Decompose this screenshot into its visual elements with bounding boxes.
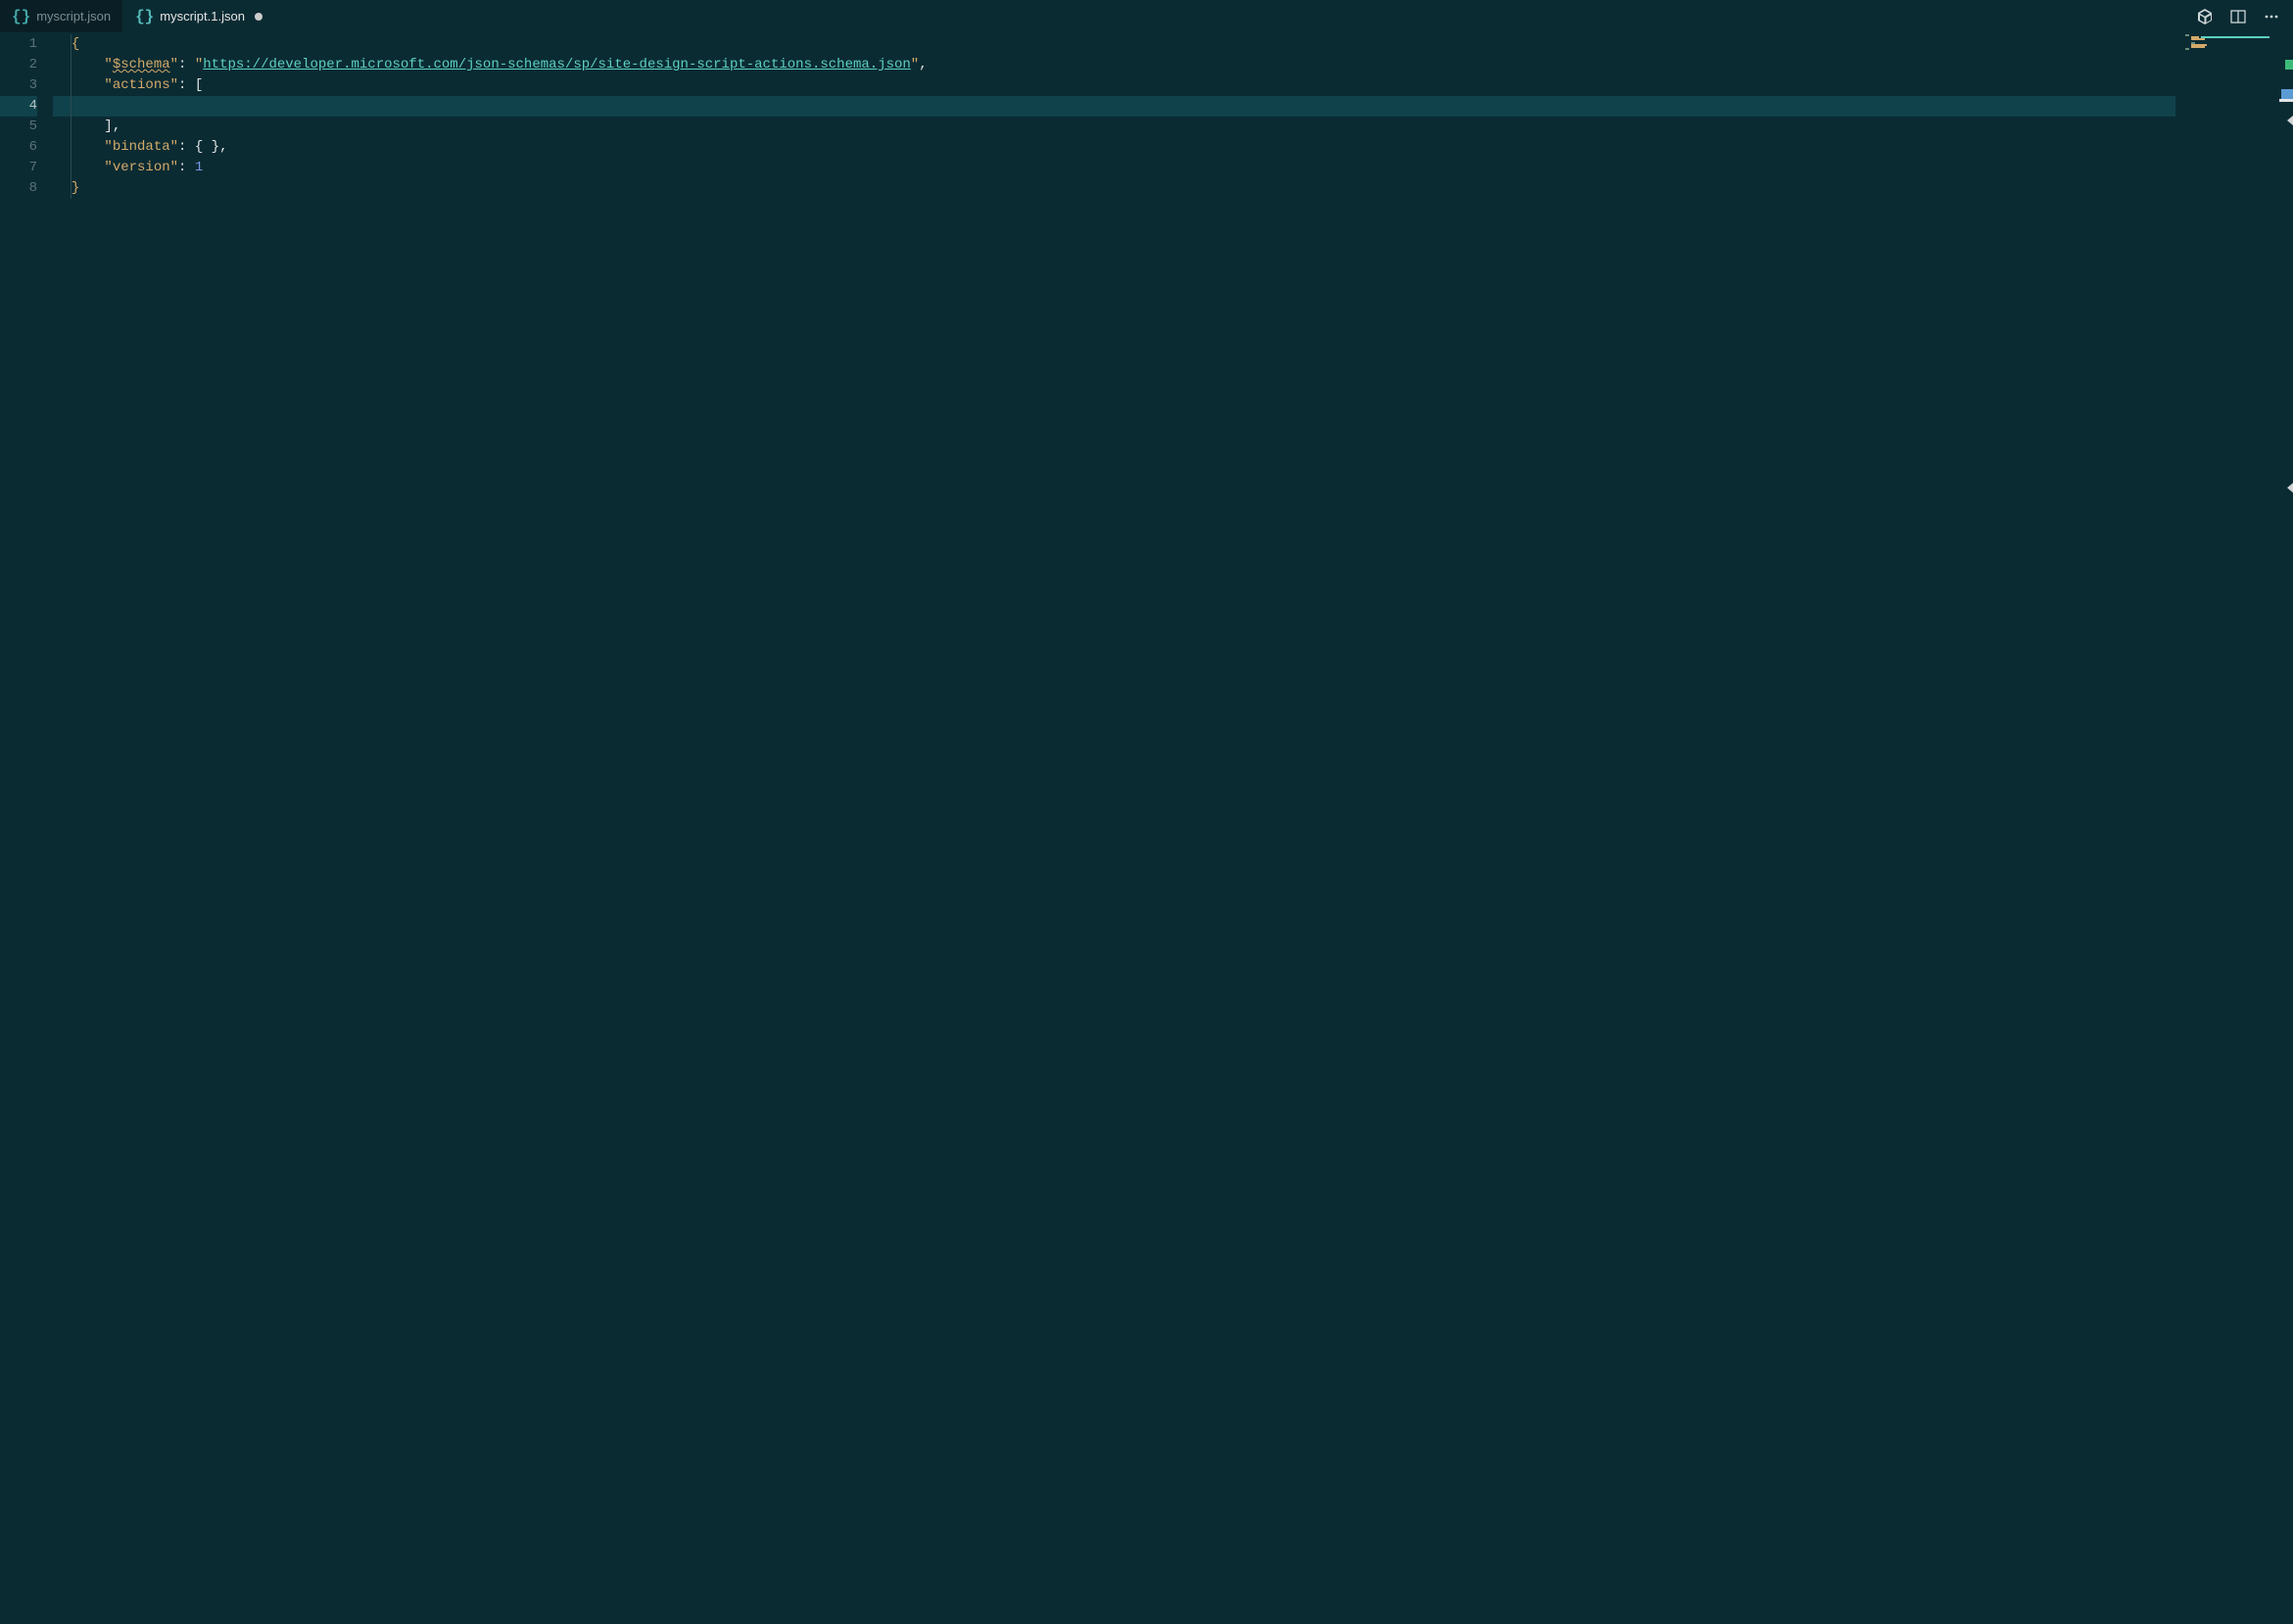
line-number-gutter: 1 2 3 4 5 6 7 8	[0, 32, 53, 1624]
code-line	[53, 96, 2175, 117]
tab-actions	[2183, 0, 2293, 32]
line-number: 1	[0, 34, 37, 55]
ruler-cursor-marker	[2279, 99, 2293, 102]
ruler-info-marker	[2281, 89, 2293, 99]
code-line: "actions": [	[53, 75, 2175, 96]
editor-container: 1 2 3 4 5 6 7 8 { "$schema": "https://de…	[0, 32, 2293, 1624]
line-number: 8	[0, 178, 37, 199]
json-file-icon: {}	[12, 8, 30, 25]
split-editor-icon[interactable]	[2228, 7, 2248, 26]
code-line: "$schema": "https://developer.microsoft.…	[53, 55, 2175, 75]
code-line: "version": 1	[53, 158, 2175, 178]
line-number: 6	[0, 137, 37, 158]
tab-bar: {} myscript.json {} myscript.1.json	[0, 0, 2293, 32]
minimap[interactable]	[2175, 32, 2293, 1624]
tab-myscript-1[interactable]: {} myscript.1.json	[123, 0, 275, 32]
schema-url-link[interactable]: https://developer.microsoft.com/json-sch…	[203, 57, 911, 72]
json-file-icon: {}	[135, 8, 154, 25]
line-number: 3	[0, 75, 37, 96]
ruler-pointer-icon	[2287, 116, 2293, 125]
minimap-content	[2185, 34, 2289, 50]
tab-label: myscript.json	[36, 9, 111, 24]
line-number: 2	[0, 55, 37, 75]
line-number: 4	[0, 96, 37, 117]
code-line: {	[53, 34, 2175, 55]
line-number: 5	[0, 117, 37, 137]
tab-myscript[interactable]: {} myscript.json	[0, 0, 123, 32]
code-editor[interactable]: { "$schema": "https://developer.microsof…	[53, 32, 2175, 1624]
overview-ruler[interactable]	[2279, 32, 2293, 1624]
ruler-change-marker	[2285, 60, 2293, 70]
ruler-pointer-icon	[2287, 483, 2293, 493]
code-line: }	[53, 178, 2175, 199]
modified-indicator-icon	[255, 13, 263, 21]
source-control-icon[interactable]	[2195, 7, 2215, 26]
line-number: 7	[0, 158, 37, 178]
more-actions-icon[interactable]	[2262, 7, 2281, 26]
tab-label: myscript.1.json	[160, 9, 245, 24]
code-line: ],	[53, 117, 2175, 137]
code-line: "bindata": { },	[53, 137, 2175, 158]
